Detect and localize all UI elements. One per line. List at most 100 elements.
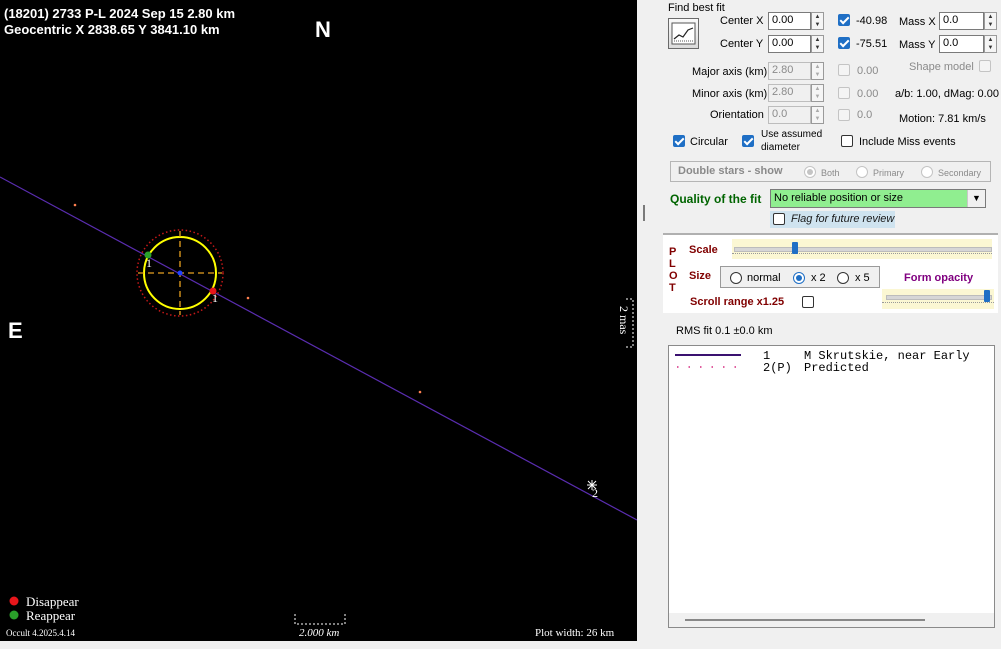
disappear-chord-label: 1 [212,291,218,305]
orientation-fit-value: 0.0 [857,109,873,121]
mas-scale-label: 2 mas [617,306,631,335]
major-axis-input[interactable]: 2.80 [768,62,811,80]
include-miss-label: Include Miss events [859,136,956,148]
fit-graph-icon [671,22,696,45]
shape-model-checkbox[interactable] [979,60,991,72]
use-assumed-diameter-checkbox[interactable] [742,135,754,147]
major-axis-fit-value: 0.00 [857,65,879,77]
find-best-fit-button[interactable] [668,18,699,49]
size-x5-radio[interactable] [837,272,849,284]
list-item-index: 2(P) [763,361,792,375]
shape-model-label: Shape model [909,61,974,73]
km-scale-bar [294,614,346,625]
mass-y-spinner[interactable]: ▲ ▼ [984,35,997,53]
east-label: E [8,318,23,343]
secondary-label: Secondary [938,168,982,178]
scale-slider[interactable] [732,239,992,259]
form-opacity-slider-thumb[interactable] [984,290,990,302]
mass-x-spinner[interactable]: ▲ ▼ [984,12,997,30]
quality-select[interactable]: No reliable position or size ▼ [770,189,986,208]
major-axis-label: Major axis (km) [692,66,768,78]
primary-radio[interactable] [856,166,868,178]
center-x-input[interactable]: 0.00 [768,12,811,30]
center-x-fit-value: -40.98 [856,15,888,27]
form-opacity-slider[interactable] [882,289,994,309]
list-item-text: Predicted [804,361,869,375]
form-opacity-label: Form opacity [904,272,974,284]
dotted-line-legend-icon [677,366,741,368]
major-axis-fit-checkbox[interactable] [838,64,850,76]
ellipse-center-marker [177,270,183,276]
minor-axis-spinner[interactable]: ▲ ▼ [811,84,824,102]
splitter-handle[interactable] [643,205,645,221]
plot-title-line2: Geocentric X 2838.65 Y 3841.10 km [4,22,220,37]
center-y-input[interactable]: 0.00 [768,35,811,53]
minor-axis-fit-checkbox[interactable] [838,87,850,99]
find-best-fit-label: Find best fit [668,2,725,14]
quality-select-value: No reliable position or size [774,192,904,204]
plot-width-label: Plot width: 26 km [535,627,615,639]
km-scale-label: 2.000 km [299,627,340,639]
version-label: Occult 4.2025.4.14 [6,628,75,638]
both-radio[interactable] [804,166,816,178]
minor-axis-label: Minor axis (km) [692,88,768,100]
scroll-range-label: Scroll range x1.25 [690,296,785,308]
quality-label: Quality of the fit [670,192,762,206]
major-axis-spinner[interactable]: ▲ ▼ [811,62,824,80]
observer-list[interactable]: 1 M Skrutskie, near Early 2(P) Predicted [668,345,995,628]
legend-reappear-label: Reappear [26,608,76,623]
use-assumed-label-line1: Use assumed [761,129,823,140]
center-x-spinner[interactable]: ▲ ▼ [811,12,824,30]
orientation-spinner[interactable]: ▲ ▼ [811,106,824,124]
include-miss-checkbox[interactable] [841,135,853,147]
predicted-point [73,203,77,207]
list-item[interactable]: 2(P) Predicted [673,361,994,375]
size-x2-radio[interactable] [793,272,805,284]
scale-label: Scale [689,244,718,256]
north-label: N [315,17,331,42]
size-x5-label: x 5 [855,272,870,284]
center-y-label: Center Y [720,38,764,50]
legend-reappear-dot [9,610,19,620]
mass-y-input[interactable]: 0.0 [939,35,984,53]
motion-text: Motion: 7.81 km/s [899,113,986,125]
scroll-range-checkbox[interactable] [802,296,814,308]
size-label: Size [689,270,712,282]
rms-fit-text: RMS fit 0.1 ±0.0 km [676,325,773,337]
secondary-radio[interactable] [921,166,933,178]
plot-letter: L [669,258,676,270]
size-normal-radio[interactable] [730,272,742,284]
minor-axis-input[interactable]: 2.80 [768,84,811,102]
plot-canvas[interactable]: (18201) 2733 P-L 2024 Sep 15 2.80 km Geo… [0,0,637,641]
circular-label: Circular [690,136,728,148]
orientation-label: Orientation [710,109,764,121]
mass-x-input[interactable]: 0.0 [939,12,984,30]
predicted-chord-label: 2 [592,486,598,500]
center-x-fit-checkbox[interactable] [838,14,850,26]
horizontal-scrollbar-thumb[interactable] [685,619,925,621]
scale-slider-thumb[interactable] [792,242,798,254]
mass-y-label: Mass Y [899,39,936,51]
circular-checkbox[interactable] [673,135,685,147]
primary-label: Primary [873,168,904,178]
center-x-label: Center X [720,15,764,27]
center-y-fit-checkbox[interactable] [838,37,850,49]
legend-disappear-dot [9,596,19,606]
flag-review-label: Flag for future review [791,213,895,225]
center-y-spinner[interactable]: ▲ ▼ [811,35,824,53]
predicted-point [246,296,250,300]
center-y-fit-value: -75.51 [856,38,888,50]
ab-dmag-text: a/b: 1.00, dMag: 0.00 [895,88,999,100]
horizontal-scrollbar[interactable] [669,613,994,627]
plot-vertical-label: P L O T [669,246,678,294]
double-stars-label: Double stars - show [678,165,783,177]
observer-chord-line [0,176,637,521]
flag-review-checkbox[interactable] [773,213,785,225]
orientation-input[interactable]: 0.0 [768,106,811,124]
plot-letter: T [669,282,676,294]
minor-axis-fit-value: 0.00 [857,88,879,100]
size-normal-label: normal [747,272,781,284]
mass-x-label: Mass X [899,16,936,28]
chevron-down-icon[interactable]: ▼ [967,190,985,207]
orientation-fit-checkbox[interactable] [838,109,850,121]
